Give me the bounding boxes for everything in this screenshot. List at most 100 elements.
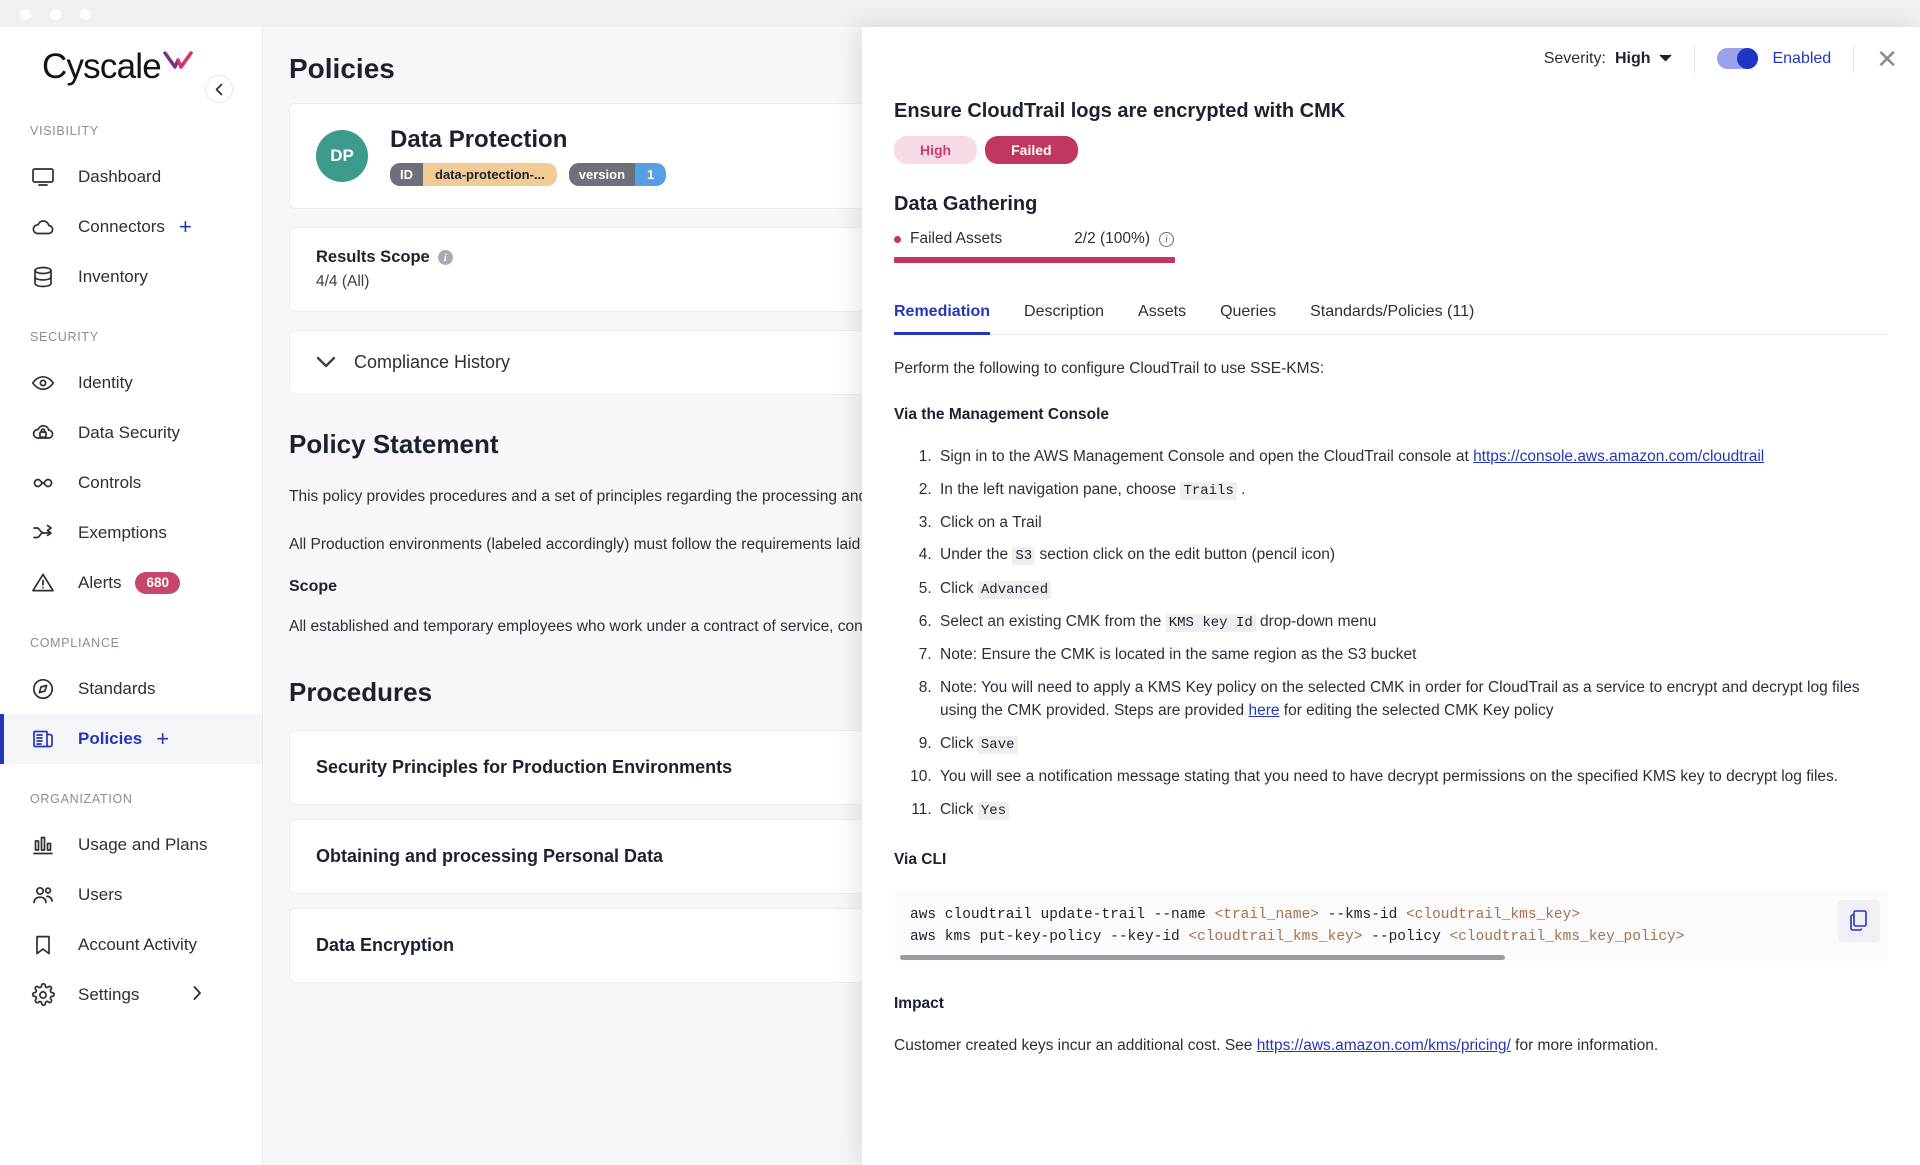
sidebar-item-label: Inventory <box>78 267 148 286</box>
tab-description[interactable]: Description <box>1024 293 1104 334</box>
chevron-right-icon[interactable] <box>193 986 202 1004</box>
cloud-icon <box>30 214 56 240</box>
step-link[interactable]: https://console.aws.amazon.com/cloudtrai… <box>1473 448 1764 465</box>
code-horizontal-scrollbar[interactable] <box>900 954 1505 960</box>
compass-icon <box>30 676 56 702</box>
sidebar-item-standards[interactable]: Standards <box>0 664 262 714</box>
info-icon[interactable]: i <box>1159 231 1174 247</box>
info-icon[interactable]: i <box>437 250 453 265</box>
cyscale-check-icon <box>163 51 193 78</box>
sidebar-item-controls[interactable]: Controls <box>0 458 262 508</box>
finding-detail-drawer: Severity: High Enabled ✕ Ensure CloudTra… <box>862 27 1920 1165</box>
finding-title: Ensure CloudTrail logs are encrypted wit… <box>894 100 1346 122</box>
sidebar-group-label: ORGANIZATION <box>30 792 133 806</box>
step-code: Advanced <box>977 580 1052 599</box>
add-icon[interactable]: + <box>179 216 192 238</box>
close-icon[interactable]: ✕ <box>1876 46 1898 72</box>
remediation-step: Note: Ensure the CMK is located in the s… <box>936 643 1888 667</box>
remediation-tab-content: Perform the following to configure Cloud… <box>894 335 1888 1058</box>
window-minimize-dot[interactable] <box>50 9 61 20</box>
remediation-step: Select an existing CMK from the KMS key … <box>936 610 1888 634</box>
failed-assets-progress-bar <box>894 257 1175 263</box>
sidebar-item-connectors[interactable]: Connectors + <box>0 202 262 252</box>
remediation-step: Click Save <box>936 732 1888 756</box>
toggle-knob <box>1737 48 1759 69</box>
remediation-step: Click on a Trail <box>936 511 1888 535</box>
sidebar-item-label: Dashboard <box>78 167 162 186</box>
sidebar-item-label: Alerts <box>78 573 122 592</box>
step-code: Trails <box>1180 481 1237 500</box>
policy-id-value: data-protection-... <box>423 163 557 186</box>
sidebar-collapse-button[interactable] <box>205 75 233 103</box>
window-maximize-dot[interactable] <box>80 9 91 20</box>
cli-heading: Via CLI <box>894 850 947 868</box>
severity-selector[interactable]: Severity: High <box>1544 50 1673 68</box>
sidebar-item-label: Settings <box>78 985 140 1004</box>
policy-chips: ID data-protection-... version 1 <box>390 163 667 186</box>
bookmark-icon <box>30 932 56 958</box>
policy-name: Data Protection <box>390 126 568 153</box>
sidebar-item-policies[interactable]: Policies + <box>0 714 262 764</box>
enabled-toggle[interactable] <box>1717 48 1759 69</box>
chevron-down-icon[interactable] <box>316 351 336 374</box>
window-titlebar <box>0 0 1920 27</box>
step-link[interactable]: here <box>1248 702 1279 719</box>
cli-code-block[interactable]: aws cloudtrail update-trail --name <trai… <box>894 889 1888 962</box>
warning-triangle-icon <box>30 570 56 596</box>
gear-icon <box>30 982 56 1008</box>
cloud-lock-icon <box>30 420 56 446</box>
sidebar-item-label: Exemptions <box>78 523 167 542</box>
monitor-icon <box>30 164 56 190</box>
sidebar-item-account-activity[interactable]: Account Activity <box>0 920 262 970</box>
policy-version-key: version <box>568 163 636 186</box>
impact-body: Customer created keys incur an additiona… <box>894 1034 1888 1058</box>
infinity-icon <box>30 470 56 496</box>
sidebar-item-identity[interactable]: Identity <box>0 358 262 408</box>
tab-standards-policies-11[interactable]: Standards/Policies (11) <box>1310 293 1474 334</box>
enabled-toggle-group[interactable]: Enabled <box>1717 48 1831 69</box>
copy-icon[interactable] <box>1838 899 1880 942</box>
cli-code-text: aws cloudtrail update-trail --name <trai… <box>910 906 1685 946</box>
sidebar-item-inventory[interactable]: Inventory <box>0 252 262 302</box>
status-dot-icon <box>894 235 901 243</box>
sidebar-item-alerts[interactable]: Alerts 680 <box>0 558 262 608</box>
kms-pricing-link[interactable]: https://aws.amazon.com/kms/pricing/ <box>1257 1037 1511 1054</box>
failed-assets-row: Failed Assets 2/2 (100%) i <box>894 230 1174 248</box>
sidebar-group: SECURITY Identity Data Security Controls Exe… <box>0 330 262 608</box>
remediation-steps: Sign in to the AWS Management Console an… <box>936 445 1888 822</box>
sidebar-group: VISIBILITY Dashboard Connectors + Inventory <box>0 124 262 302</box>
failed-assets-value: 2/2 (100%) <box>1074 230 1150 247</box>
step-code: KMS key Id <box>1165 613 1256 632</box>
toolbar-divider-1 <box>1694 44 1696 73</box>
tab-remediation[interactable]: Remediation <box>894 293 991 335</box>
tab-queries[interactable]: Queries <box>1220 293 1276 334</box>
chevron-down-icon[interactable] <box>1659 53 1672 65</box>
finding-pills: High Failed <box>894 136 1888 164</box>
sidebar-item-users[interactable]: Users <box>0 870 262 920</box>
tab-assets[interactable]: Assets <box>1138 293 1186 334</box>
users-icon <box>30 882 56 908</box>
sidebar-group-label: COMPLIANCE <box>30 636 120 650</box>
sidebar-item-label: Identity <box>78 373 133 392</box>
window-controls <box>20 9 91 20</box>
window-close-dot[interactable] <box>20 9 31 20</box>
policy-avatar: DP <box>316 130 368 182</box>
alerts-badge: 680 <box>135 571 180 595</box>
drawer-toolbar: Severity: High Enabled ✕ <box>862 27 1920 90</box>
sidebar-item-settings[interactable]: Settings <box>0 970 262 1020</box>
sidebar-nav: VISIBILITY Dashboard Connectors + Inventory S… <box>0 124 262 1020</box>
remediation-step: Sign in to the AWS Management Console an… <box>936 445 1888 469</box>
sidebar-item-dashboard[interactable]: Dashboard <box>0 152 262 202</box>
impact-post-text: for more information. <box>1510 1036 1659 1054</box>
sidebar-item-label: Standards <box>78 679 156 698</box>
policy-version-chip: version 1 <box>568 163 667 186</box>
remediation-step: Click Yes <box>936 798 1888 822</box>
data-gathering-heading: Data Gathering <box>894 193 1038 215</box>
sidebar-item-data-security[interactable]: Data Security <box>0 408 262 458</box>
document-icon <box>30 726 56 752</box>
policy-id-key: ID <box>390 163 423 186</box>
sidebar-group-label: VISIBILITY <box>30 124 99 138</box>
sidebar-item-exemptions[interactable]: Exemptions <box>0 508 262 558</box>
sidebar-item-usage-and-plans[interactable]: Usage and Plans <box>0 820 262 870</box>
add-icon[interactable]: + <box>156 728 169 750</box>
